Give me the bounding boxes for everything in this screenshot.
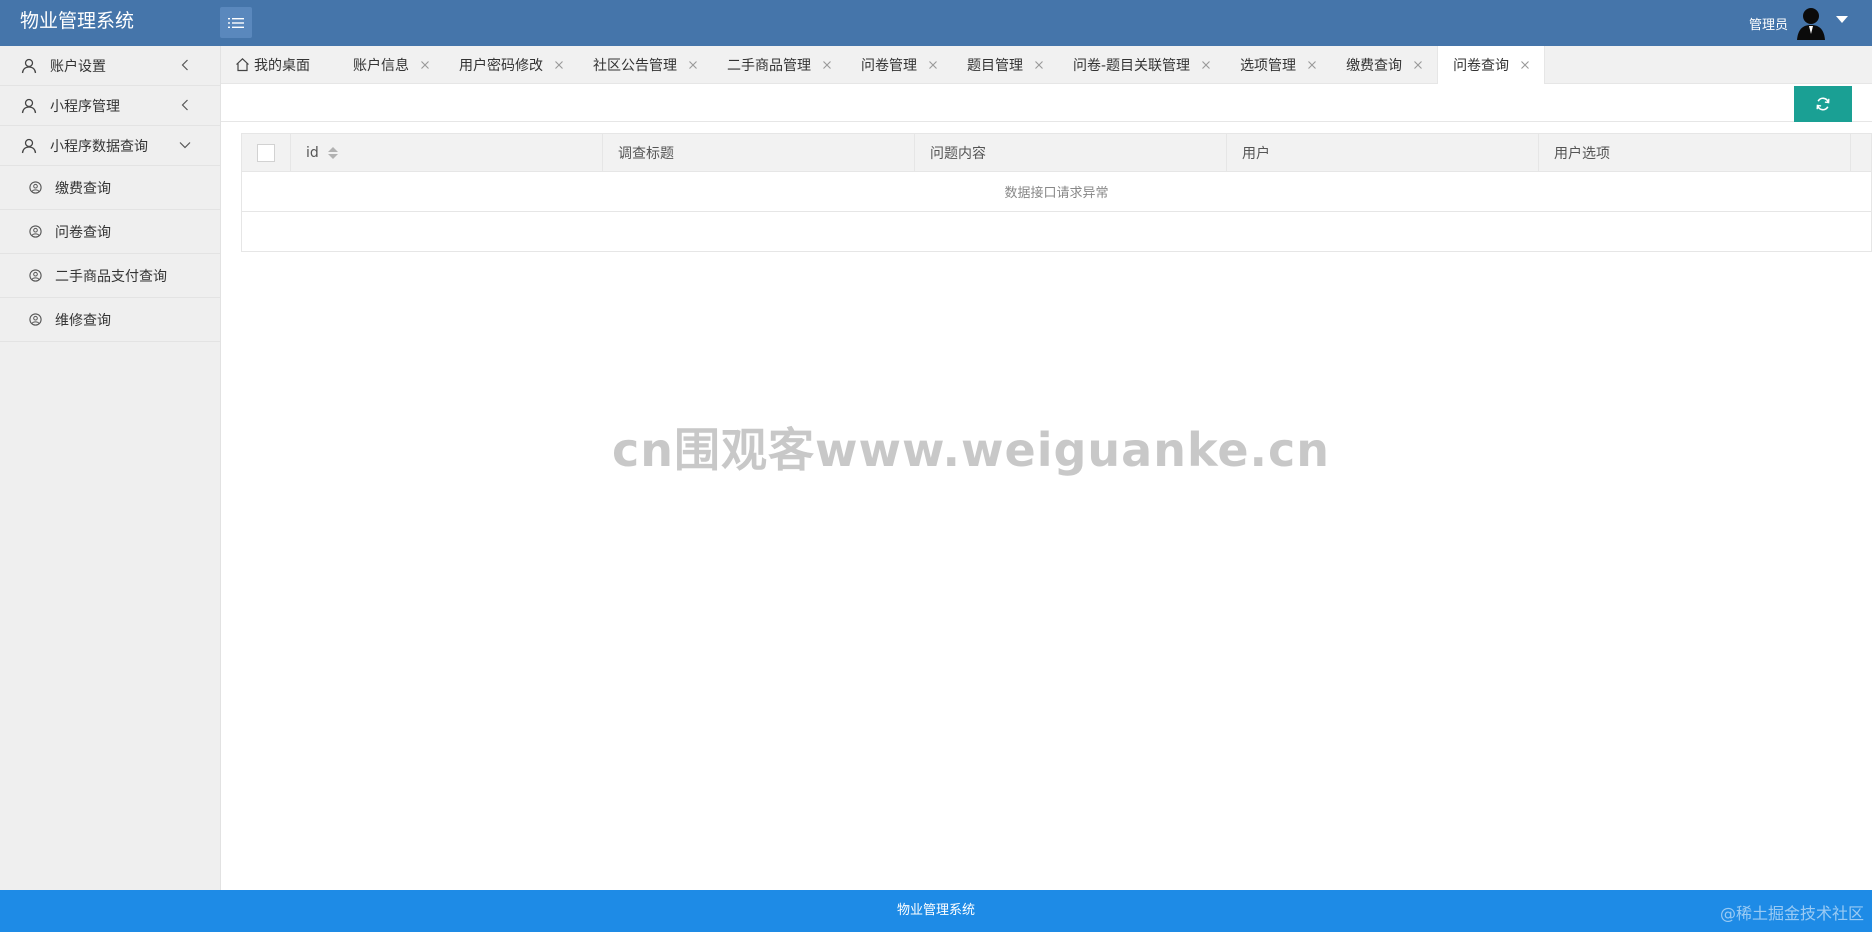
data-table: id 调查标题 问题内容 用户 用户选项 数据接口请求异常 (241, 133, 1872, 252)
user-menu[interactable]: 管理员 (1749, 0, 1848, 46)
column-header-label: id (306, 144, 319, 161)
column-header-user-option: 用户选项 (1539, 134, 1851, 171)
sidebar-subitem-questionnaire-query[interactable]: 问卷查询 (0, 210, 220, 254)
header-select-all-cell (242, 134, 291, 171)
sort-icon[interactable] (327, 146, 338, 160)
user-outline-icon (20, 57, 38, 75)
select-all-checkbox[interactable] (257, 143, 275, 162)
column-header-question-content: 问题内容 (915, 134, 1227, 171)
content-toolbar (221, 84, 1872, 122)
column-header-survey-title: 调查标题 (603, 134, 915, 171)
refresh-icon (1816, 97, 1830, 111)
sidebar-item-label: 小程序管理 (50, 98, 120, 115)
user-name: 管理员 (1748, 17, 1788, 33)
sidebar-subitem-label: 维修查询 (55, 312, 111, 329)
user-circle-icon (28, 269, 42, 283)
sidebar-item-account-settings[interactable]: 账户设置 (0, 46, 220, 86)
app-title: 物业管理系统 (20, 10, 135, 32)
dropdown-caret-icon[interactable] (1836, 15, 1848, 23)
menu-toggle-button[interactable] (220, 7, 252, 38)
close-icon[interactable] (1307, 60, 1317, 70)
sidebar-subitem-label: 问卷查询 (55, 224, 111, 241)
sidebar-item-miniprogram-management[interactable]: 小程序管理 (0, 86, 220, 126)
column-header-label: 用户 (1242, 145, 1270, 162)
sidebar: 账户设置 小程序管理 小程序数据查询 缴费查询 问卷查询 二手商品支付查询 维修… (0, 46, 221, 890)
user-outline-icon (20, 137, 38, 155)
watermark-text: cn围观客www.weiguanke.cn (612, 423, 1331, 477)
column-header-label: 调查标题 (618, 145, 674, 162)
list-menu-icon (228, 17, 244, 28)
column-header-label: 用户选项 (1554, 145, 1610, 162)
home-icon (235, 57, 250, 72)
avatar[interactable] (1794, 6, 1828, 40)
column-header-label: 问题内容 (930, 145, 986, 162)
close-icon[interactable] (1520, 60, 1530, 70)
sidebar-subitem-repair-query[interactable]: 维修查询 (0, 298, 220, 342)
tab-questionnaire-question-link[interactable]: 问卷-题目关联管理 (1058, 46, 1225, 83)
tab-label: 账户信息 (353, 57, 409, 74)
close-icon[interactable] (822, 60, 832, 70)
tab-label: 缴费查询 (1346, 57, 1403, 74)
refresh-button[interactable] (1794, 86, 1852, 122)
tab-my-desktop[interactable]: 我的桌面 (221, 46, 338, 83)
column-header-id[interactable]: id (291, 134, 603, 171)
tab-password-change[interactable]: 用户密码修改 (444, 46, 578, 83)
close-icon[interactable] (688, 60, 698, 70)
table-header: id 调查标题 问题内容 用户 用户选项 (242, 134, 1871, 172)
sidebar-subitem-label: 二手商品支付查询 (55, 268, 167, 285)
tab-bar: 我的桌面 账户信息 用户密码修改 社区公告管理 二手商品管理 问卷管理 题目管理… (221, 46, 1872, 84)
sidebar-subitem-secondhand-payment-query[interactable]: 二手商品支付查询 (0, 254, 220, 298)
chevron-down-icon (178, 138, 192, 152)
tab-account-info[interactable]: 账户信息 (338, 46, 444, 83)
tab-label: 我的桌面 (254, 57, 310, 74)
top-header: 物业管理系统 管理员 (0, 0, 1872, 46)
chevron-left-icon (178, 58, 192, 72)
tab-label: 问卷查询 (1453, 58, 1510, 74)
sidebar-item-label: 小程序数据查询 (50, 138, 148, 155)
close-icon[interactable] (554, 60, 564, 70)
user-circle-icon (28, 181, 42, 195)
tab-community-notice[interactable]: 社区公告管理 (578, 46, 712, 83)
sidebar-subitem-label: 缴费查询 (55, 180, 111, 197)
sidebar-item-miniprogram-data-query[interactable]: 小程序数据查询 (0, 126, 220, 166)
tab-secondhand-goods[interactable]: 二手商品管理 (712, 46, 846, 83)
sidebar-subitem-payment-query[interactable]: 缴费查询 (0, 166, 220, 210)
tab-label: 二手商品管理 (727, 57, 811, 74)
footer-title: 物业管理系统 (896, 903, 975, 918)
footer-credit: @稀土掘金技术社区 (1719, 904, 1864, 923)
tab-label: 社区公告管理 (593, 57, 677, 74)
tab-questionnaire-query[interactable]: 问卷查询 (1437, 46, 1546, 84)
user-circle-icon (28, 313, 42, 327)
table-empty-message: 数据接口请求异常 (242, 172, 1871, 212)
tab-payment-query[interactable]: 缴费查询 (1331, 46, 1437, 83)
close-icon[interactable] (1413, 60, 1423, 70)
tab-label: 题目管理 (967, 57, 1023, 74)
footer: 物业管理系统 @稀土掘金技术社区 (0, 890, 1872, 932)
column-header-user: 用户 (1227, 134, 1539, 171)
close-icon[interactable] (1201, 60, 1211, 70)
tab-label: 问卷-题目关联管理 (1073, 57, 1191, 74)
tab-label: 选项管理 (1240, 57, 1297, 74)
tab-questionnaire-management[interactable]: 问卷管理 (846, 46, 952, 83)
tab-question-management[interactable]: 题目管理 (952, 46, 1058, 83)
user-circle-icon (28, 225, 42, 239)
user-avatar-icon (1797, 8, 1825, 40)
tab-label: 问卷管理 (861, 57, 917, 74)
sidebar-item-label: 账户设置 (50, 58, 106, 75)
chevron-left-icon (178, 98, 192, 112)
tab-option-management[interactable]: 选项管理 (1225, 46, 1331, 83)
close-icon[interactable] (420, 60, 430, 70)
close-icon[interactable] (928, 60, 938, 70)
tab-label: 用户密码修改 (459, 57, 543, 74)
user-outline-icon (20, 97, 38, 115)
close-icon[interactable] (1034, 60, 1044, 70)
